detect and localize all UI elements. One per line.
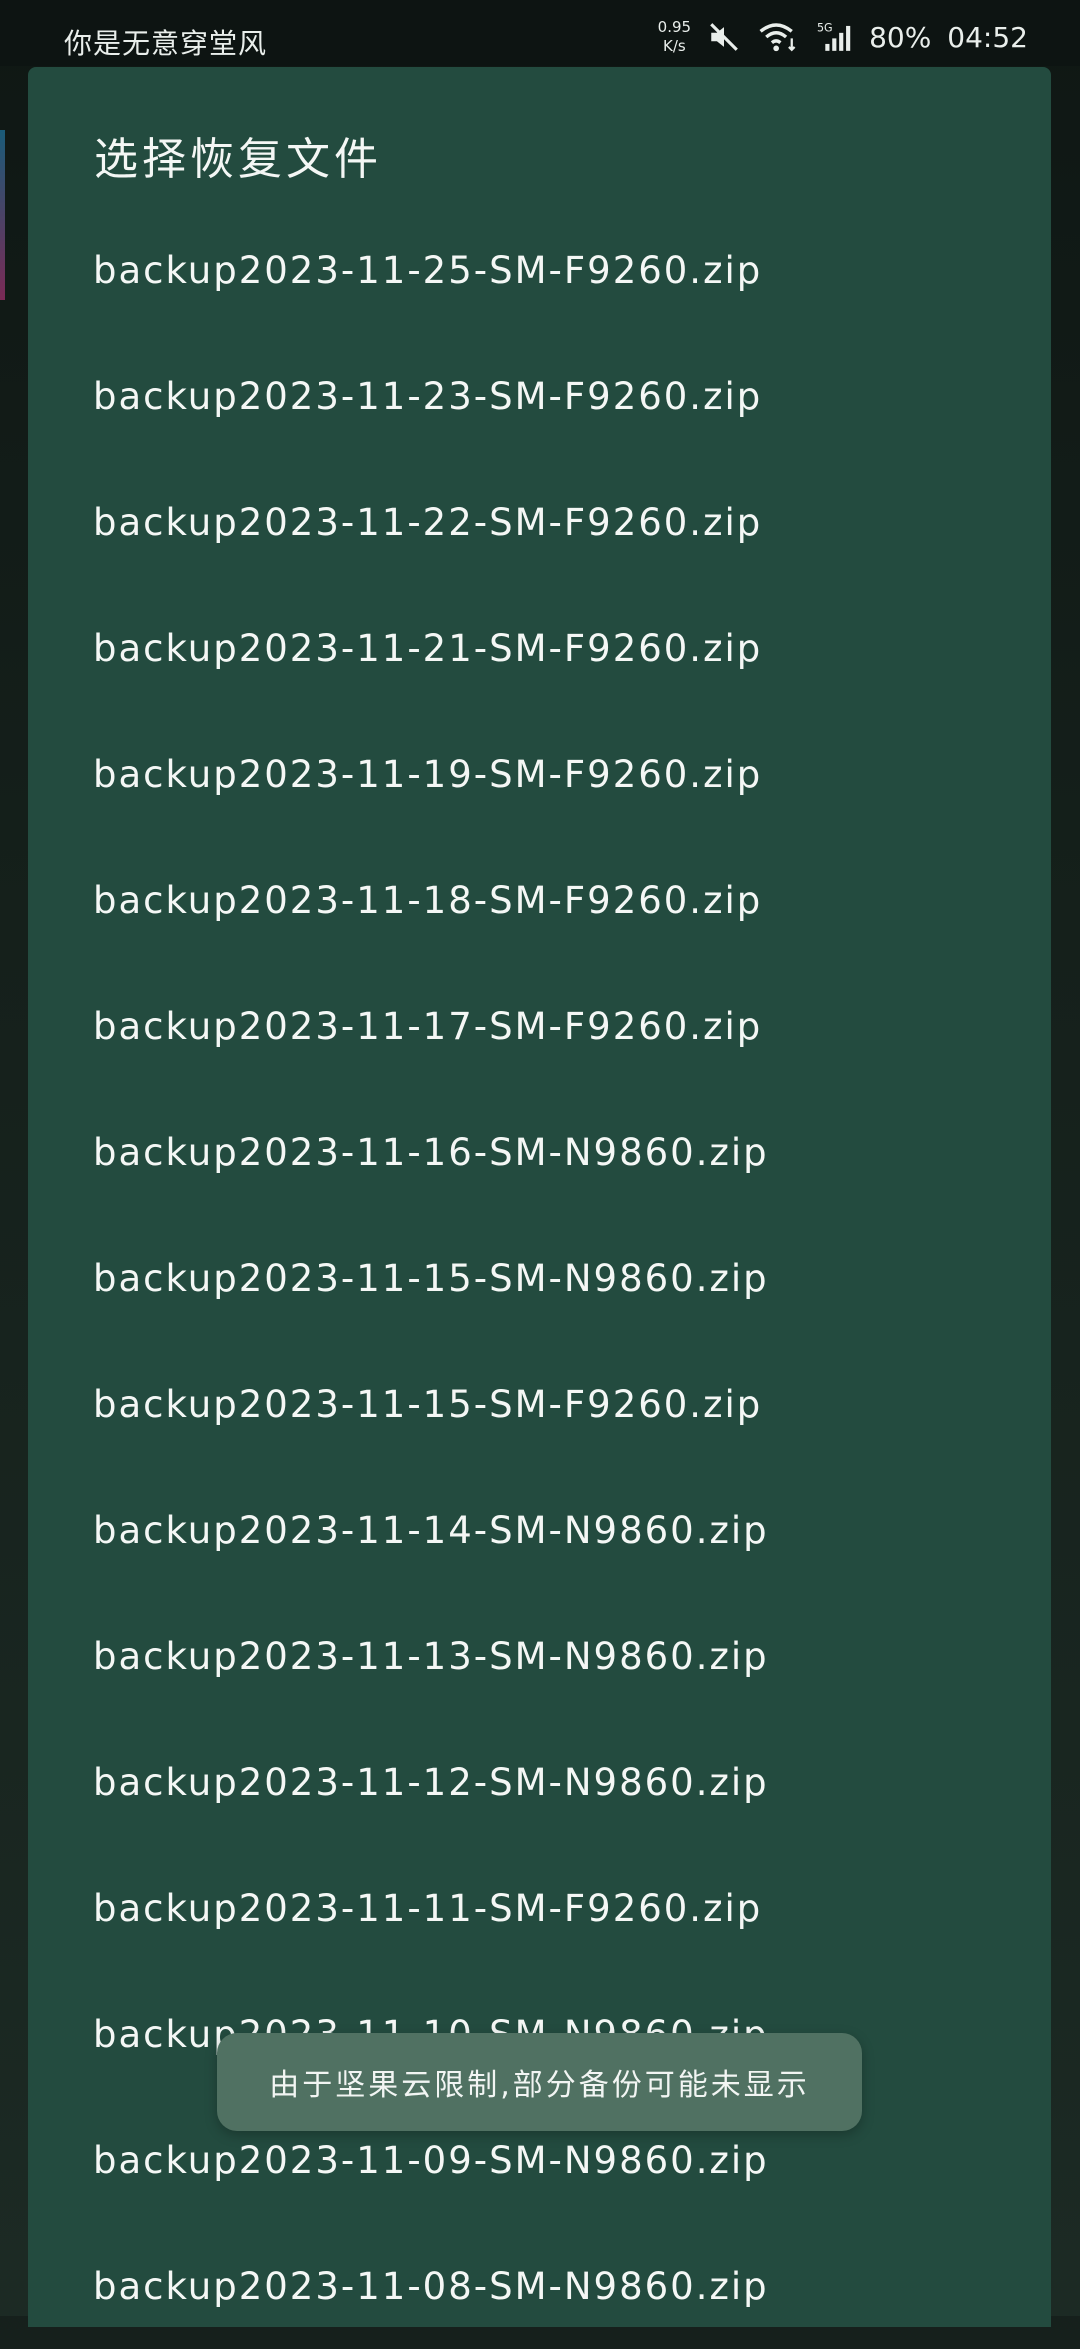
network-speed-value: 0.95 (657, 18, 692, 36)
signal-icon: 5G (817, 20, 853, 54)
file-list-item[interactable]: backup2023-11-17-SM-F9260.zip (28, 963, 1051, 1089)
clock: 04:52 (947, 20, 1028, 54)
file-list-item[interactable]: backup2023-11-25-SM-F9260.zip (28, 207, 1051, 333)
file-list-item[interactable]: backup2023-11-14-SM-N9860.zip (28, 1467, 1051, 1593)
file-list-item[interactable]: backup2023-11-19-SM-F9260.zip (28, 711, 1051, 837)
network-type-label: 5G (817, 21, 833, 34)
file-list-item[interactable]: backup2023-11-22-SM-F9260.zip (28, 459, 1051, 585)
status-carrier-text: 你是无意穿堂风 (64, 27, 268, 60)
toast-message: 由于坚果云限制,部分备份可能未显示 (217, 2033, 862, 2131)
file-list-item[interactable]: backup2023-11-15-SM-N9860.zip (28, 1215, 1051, 1341)
file-list-item[interactable]: backup2023-11-11-SM-F9260.zip (28, 1845, 1051, 1971)
file-list-item[interactable]: backup2023-11-08-SM-N9860.zip (28, 2223, 1051, 2349)
backdrop-accent-strip (0, 130, 5, 300)
file-list-item[interactable]: backup2023-11-16-SM-N9860.zip (28, 1089, 1051, 1215)
file-list-item[interactable]: backup2023-11-23-SM-F9260.zip (28, 333, 1051, 459)
wifi-icon (757, 20, 801, 54)
file-list-item[interactable]: backup2023-11-21-SM-F9260.zip (28, 585, 1051, 711)
file-list-item[interactable]: backup2023-11-13-SM-N9860.zip (28, 1593, 1051, 1719)
backup-file-list: backup2023-11-25-SM-F9260.zip backup2023… (28, 207, 1051, 2349)
network-speed: 0.95 K/s (658, 18, 691, 56)
file-list-item[interactable]: backup2023-11-15-SM-F9260.zip (28, 1341, 1051, 1467)
restore-file-dialog: 选择恢复文件 backup2023-11-25-SM-F9260.zip bac… (28, 67, 1051, 2327)
status-indicators: 0.95 K/s 5G 80% 04:52 (658, 18, 1028, 56)
file-list-item[interactable]: backup2023-11-18-SM-F9260.zip (28, 837, 1051, 963)
battery-percentage: 80% (869, 20, 932, 54)
dialog-title: 选择恢复文件 (94, 134, 382, 185)
network-speed-unit: K/s (663, 37, 686, 55)
status-bar: 你是无意穿堂风 0.95 K/s 5G 80% 04:52 (0, 0, 1080, 66)
file-list-item[interactable]: backup2023-11-12-SM-N9860.zip (28, 1719, 1051, 1845)
mute-icon (707, 20, 741, 54)
